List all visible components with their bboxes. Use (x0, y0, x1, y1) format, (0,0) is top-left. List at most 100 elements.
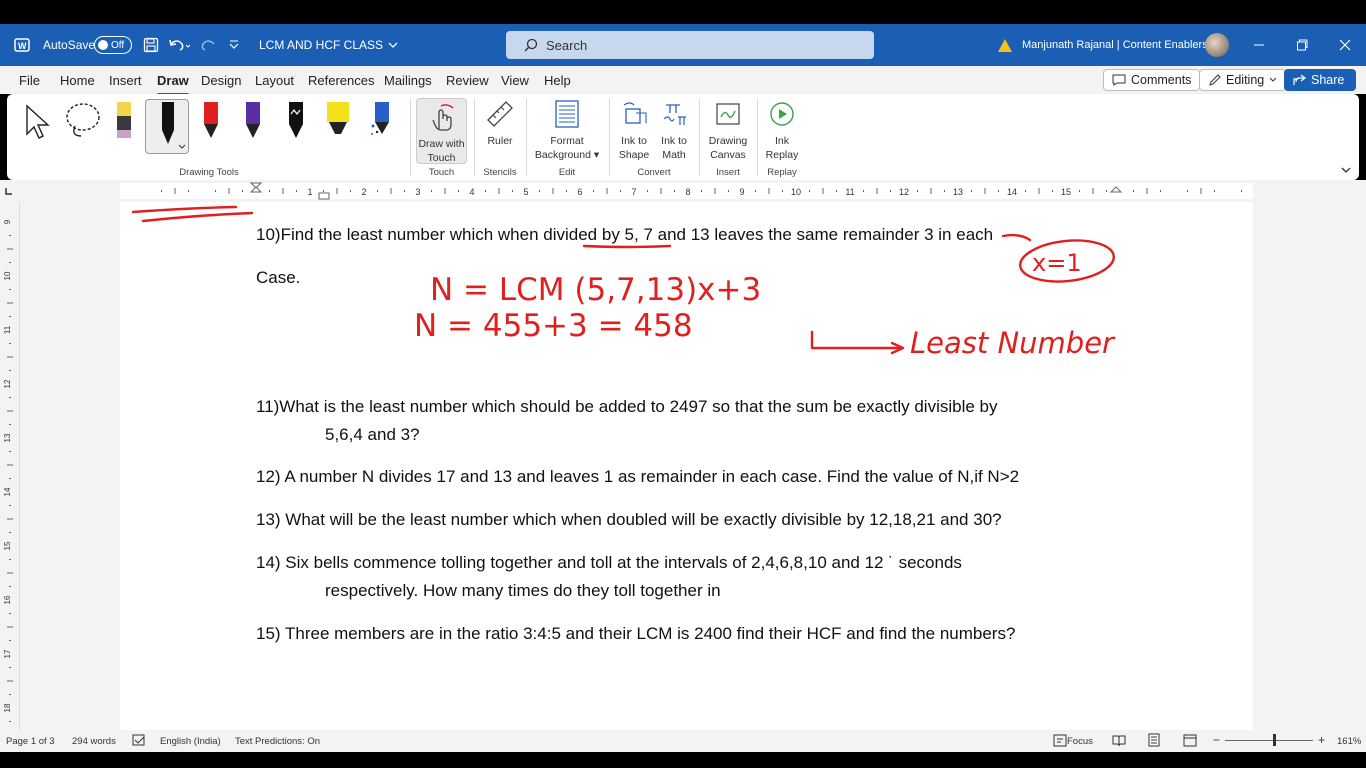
tab-file[interactable]: File (19, 73, 40, 88)
question-14-line2[interactable]: respectively. How many times do they tol… (325, 581, 721, 601)
editing-button[interactable]: Editing (1199, 69, 1287, 91)
ink-replay-button[interactable]: Ink Replay (763, 98, 801, 162)
tab-home[interactable]: Home (60, 73, 95, 88)
ruler-label: 14 (1007, 187, 1017, 197)
web-layout-icon[interactable] (1183, 734, 1197, 750)
save-icon[interactable] (143, 24, 159, 66)
language[interactable]: English (India) (160, 736, 221, 747)
group-stencils-label: Stencils (483, 167, 517, 178)
minimize-icon[interactable] (1253, 24, 1265, 66)
tab-selector-icon[interactable] (5, 188, 12, 195)
ruler-label: 2 (361, 187, 366, 197)
group-drawing-tools-label: Drawing Tools (179, 167, 239, 178)
tab-references[interactable]: References (308, 73, 374, 88)
zoom-level[interactable]: 161% (1337, 736, 1361, 747)
draw-with-touch-button[interactable]: Draw with Touch (416, 98, 467, 164)
vertical-ruler[interactable]: 9 10 11 12 13 14 15 16 17 18 (0, 202, 20, 749)
draw-ribbon: Drawing Tools Draw with Touch Touch Rule… (7, 94, 1359, 180)
question-11-line1[interactable]: 11)What is the least number which should… (256, 397, 998, 417)
ink-to-shape-icon (623, 102, 647, 124)
user-name[interactable]: Manjunath Rajanal | Content Enablers (1022, 24, 1208, 66)
text-predictions[interactable]: Text Predictions: On (235, 736, 320, 747)
restore-icon[interactable] (1296, 24, 1308, 66)
ribbon-separator (526, 98, 527, 176)
ruler-label: 5 (523, 187, 528, 197)
tab-review[interactable]: Review (446, 73, 489, 88)
drawing-canvas-line2: Canvas (710, 149, 746, 161)
redo-icon[interactable] (201, 24, 217, 66)
tab-mailings[interactable]: Mailings (384, 73, 432, 88)
proofing-icon[interactable] (132, 734, 146, 750)
pencil-yellow-icon[interactable] (113, 100, 135, 145)
zoom-out-icon[interactable]: − (1213, 733, 1220, 747)
warning-icon[interactable] (998, 24, 1012, 66)
tab-insert[interactable]: Insert (109, 73, 142, 88)
tab-help[interactable]: Help (544, 73, 571, 88)
vertical-ruler-label: 12 (3, 379, 12, 388)
vertical-ruler-label: 17 (3, 649, 12, 658)
highlighter-yellow-icon[interactable] (325, 100, 351, 145)
ribbon-collapse-icon[interactable] (1340, 162, 1352, 180)
print-layout-icon[interactable] (1147, 733, 1161, 750)
ruler-ticks: 1 2 3 4 5 6 7 8 9 10 11 12 13 14 15 (5, 182, 1253, 200)
select-tool-icon[interactable] (23, 102, 53, 147)
ink-to-shape-button[interactable]: Ink to Shape (615, 98, 653, 162)
question-12[interactable]: 12) A number N divides 17 and 13 and lea… (256, 467, 1019, 487)
tab-design[interactable]: Design (201, 73, 241, 88)
tab-layout[interactable]: Layout (255, 73, 294, 88)
format-background-button[interactable]: Format Background ▾ (531, 98, 603, 162)
question-10-line1[interactable]: 10)Find the least number which when divi… (256, 225, 993, 245)
question-14-line1[interactable]: 14) Six bells commence tolling together … (256, 553, 962, 573)
drawing-canvas-icon (716, 103, 740, 125)
question-11-line2[interactable]: 5,6,4 and 3? (325, 425, 420, 445)
zoom-slider-thumb[interactable] (1273, 734, 1276, 746)
question-13[interactable]: 13) What will be the least number which … (256, 510, 1002, 530)
word-window: W AutoSave Off LCM AND HCF CLASS Search … (0, 0, 1366, 768)
customize-qat-icon[interactable] (229, 24, 239, 66)
page-count[interactable]: Page 1 of 3 (6, 736, 55, 747)
left-indent-marker[interactable] (318, 192, 330, 200)
word-count[interactable]: 294 words (72, 736, 116, 747)
question-15[interactable]: 15) Three members are in the ratio 3:4:5… (256, 624, 1015, 644)
close-icon[interactable] (1339, 24, 1351, 66)
ink-replay-icon (770, 102, 794, 126)
share-label: Share (1311, 73, 1345, 87)
undo-icon[interactable] (168, 24, 190, 66)
comments-button[interactable]: Comments (1103, 69, 1201, 91)
avatar[interactable] (1205, 24, 1229, 66)
zoom-slider-track[interactable] (1225, 740, 1313, 741)
focus-label[interactable]: Focus (1067, 736, 1093, 747)
tab-draw[interactable]: Draw (157, 73, 189, 96)
autosave-toggle[interactable]: Off (94, 24, 132, 66)
group-replay-label: Replay (767, 167, 797, 178)
format-background-line1: Format (550, 135, 584, 147)
ink-to-math-button[interactable]: Ink to Math (655, 98, 693, 162)
search-box[interactable]: Search (506, 31, 874, 59)
pen-galaxy-blue-icon[interactable] (369, 100, 395, 145)
focus-icon[interactable] (1053, 734, 1067, 750)
pen-purple-icon[interactable] (242, 100, 264, 145)
tab-view[interactable]: View (501, 73, 529, 88)
ribbon-separator (757, 98, 758, 176)
zoom-in-icon[interactable]: + (1318, 733, 1325, 747)
autosave-state: Off (111, 39, 125, 51)
ruler-label: 11 (845, 187, 854, 197)
word-app-icon: W (14, 24, 30, 66)
ruler-label: 9 (739, 187, 744, 197)
lasso-select-icon[interactable] (63, 102, 103, 147)
group-convert-label: Convert (637, 167, 671, 178)
read-mode-icon[interactable] (1112, 734, 1126, 750)
ink-replay-line2: Replay (765, 149, 799, 161)
drawing-canvas-button[interactable]: Drawing Canvas (705, 98, 751, 162)
pen-black-squiggle-icon[interactable] (285, 100, 307, 145)
horizontal-ruler[interactable]: 1 2 3 4 5 6 7 8 9 10 11 12 13 14 15 (0, 180, 1366, 202)
title-bar: W AutoSave Off LCM AND HCF CLASS Search … (0, 24, 1366, 66)
pen-red-icon[interactable] (200, 100, 222, 145)
question-10-line2[interactable]: Case. (256, 268, 300, 288)
document-title[interactable]: LCM AND HCF CLASS (259, 24, 399, 66)
pen-black-selected[interactable] (145, 99, 189, 154)
share-button[interactable]: Share (1284, 69, 1356, 91)
ruler-label: 7 (631, 187, 636, 197)
ruler-button[interactable]: Ruler (481, 98, 519, 148)
ruler-label: 4 (469, 187, 474, 197)
